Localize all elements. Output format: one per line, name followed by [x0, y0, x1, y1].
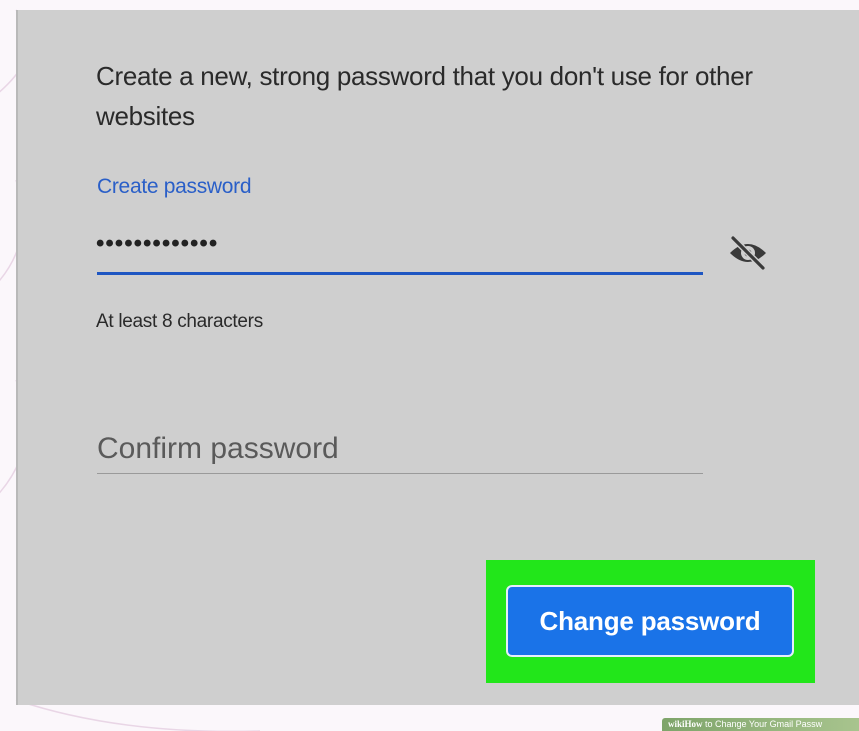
active-field-underline — [97, 272, 703, 275]
eye-off-icon[interactable] — [726, 233, 770, 273]
watermark-text: to Change Your Gmail Passw — [705, 719, 823, 729]
watermark-logo: wikiHow — [668, 719, 703, 729]
confirm-password-input[interactable] — [97, 425, 703, 474]
form-description: Create a new, strong password that you d… — [96, 61, 753, 131]
password-helper-text: At least 8 characters — [96, 311, 263, 332]
wikihow-watermark: wikiHow to Change Your Gmail Passw — [662, 718, 859, 731]
create-password-label: Create password — [97, 175, 252, 198]
change-password-button[interactable]: Change password — [506, 585, 794, 657]
create-password-field[interactable]: ••••••••••••• — [96, 230, 218, 258]
password-form-panel: Create a new, strong password that you d… — [16, 10, 859, 705]
